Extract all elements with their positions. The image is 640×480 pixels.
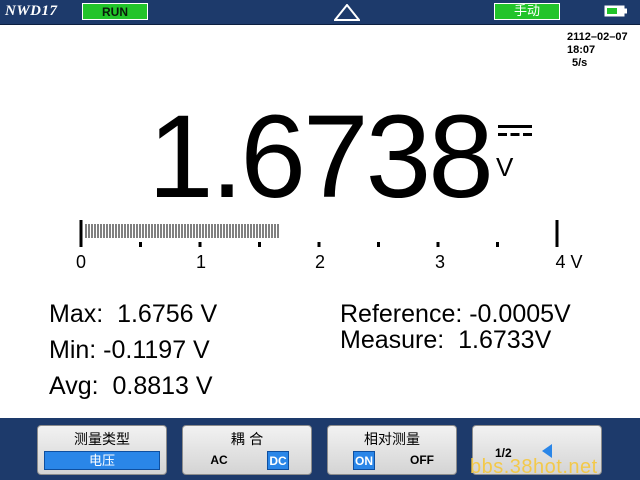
coupling-softkey[interactable]: 耦 合 AC DC	[182, 425, 312, 475]
main-reading: 1.6738	[148, 91, 494, 223]
coupling-option-ac[interactable]: AC	[203, 451, 235, 470]
reading-unit: V	[496, 152, 514, 182]
date-text: 2112–02–07	[567, 31, 628, 43]
stat-min: Min: -0.1197 V	[49, 336, 210, 364]
run-status-badge[interactable]: RUN	[82, 3, 148, 20]
relative-option-on[interactable]: ON	[353, 451, 375, 470]
time-text: 18:07	[567, 44, 596, 56]
scale-label-1: 1	[195, 252, 207, 272]
scale-label-3: 3	[434, 252, 446, 272]
bar-graph-scale	[79, 220, 559, 247]
top-status-bar: NWD17 RUN 手动	[0, 0, 640, 25]
dc-symbol-icon	[498, 125, 532, 136]
relative-measure-title: 相对测量	[364, 432, 420, 448]
measure-type-softkey[interactable]: 测量类型 电压	[37, 425, 167, 475]
measure-type-title: 测量类型	[74, 432, 130, 448]
datetime-panel: 2112–02–07 18:07 5/s	[567, 31, 628, 70]
relative-option-off[interactable]: OFF	[404, 451, 440, 470]
scale-label-2: 2	[314, 252, 326, 272]
stat-reference: Reference: -0.0005V	[340, 300, 571, 328]
sample-rate-text: 5/s	[572, 57, 588, 69]
coupling-title: 耦 合	[230, 432, 264, 448]
battery-icon	[604, 5, 627, 17]
relative-measure-softkey[interactable]: 相对测量 ON OFF	[327, 425, 457, 475]
measure-type-value[interactable]: 电压	[44, 451, 160, 470]
triangle-icon	[334, 4, 360, 21]
scale-label-0: 0	[75, 252, 87, 272]
brand-logo: NWD17	[5, 3, 58, 19]
watermark-text: bbs.38hot.net	[470, 456, 598, 478]
mode-badge[interactable]: 手动	[494, 3, 560, 20]
coupling-option-dc[interactable]: DC	[267, 451, 289, 470]
scale-label-4: 4 V	[555, 252, 583, 272]
stat-max: Max: 1.6756 V	[49, 300, 218, 328]
stat-measure: Measure: 1.6733V	[340, 326, 552, 354]
stat-avg: Avg: 0.8813 V	[49, 372, 213, 400]
